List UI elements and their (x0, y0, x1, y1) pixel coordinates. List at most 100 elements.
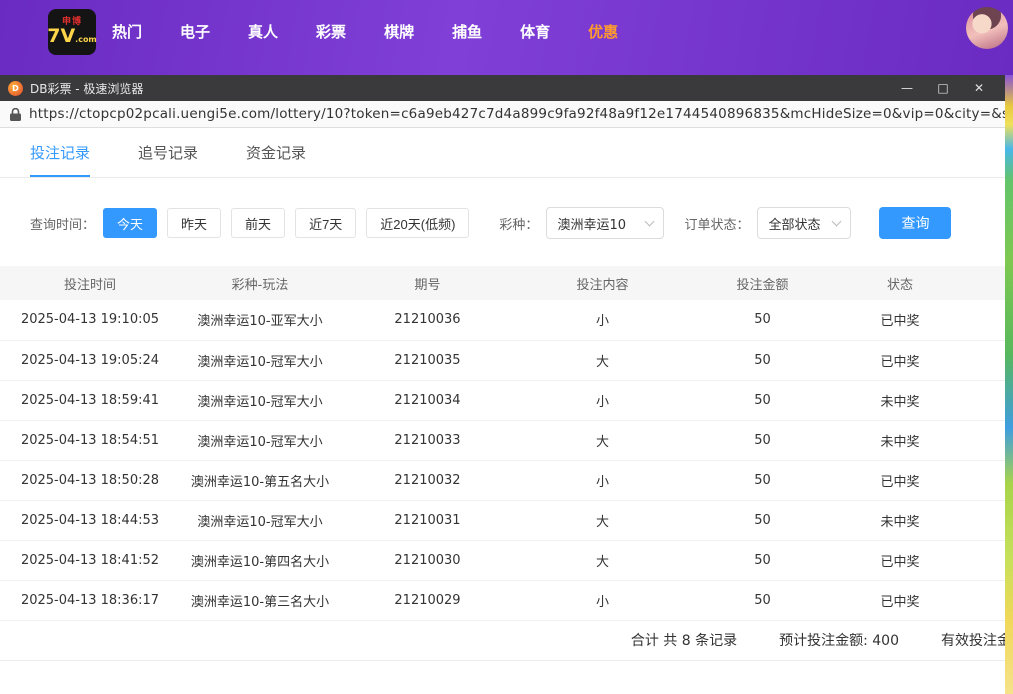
nav-item-1[interactable]: 热门 (112, 21, 142, 42)
game-play-cell: 澳洲幸运10-冠军大小 (180, 380, 340, 420)
bet-amount-cell: 50 (690, 340, 835, 380)
nav-item-5[interactable]: 棋牌 (384, 21, 414, 42)
bet-content-cell: 大 (515, 420, 690, 460)
table-row: 2025-04-13 18:59:41澳洲幸运10-冠军大小21210034小5… (0, 380, 1005, 420)
chevron-down-icon (645, 216, 655, 226)
background-page-strip (1005, 75, 1013, 694)
bet-time-cell: 2025-04-13 18:41:52 (0, 540, 180, 580)
close-button[interactable]: ✕ (961, 75, 997, 101)
time-option-1[interactable]: 今天 (103, 208, 157, 238)
status-filter-label: 订单状态： (684, 214, 749, 233)
issue-cell: 21210031 (340, 500, 515, 540)
tab-2[interactable]: 追号记录 (138, 128, 198, 177)
status-cell: 未中奖 (835, 420, 965, 460)
record-tabs: 投注记录追号记录资金记录 (0, 128, 1005, 178)
time-option-4[interactable]: 近7天 (295, 208, 356, 238)
table-header-cell: 投注时间 (0, 266, 180, 300)
table-header-cell: 彩种-玩法 (180, 266, 340, 300)
status-cell: 未中奖 (835, 380, 965, 420)
nav-item-7[interactable]: 体育 (520, 21, 550, 42)
url-bar[interactable]: https://ctopcp02pcali.uengi5e.com/lotter… (0, 101, 1005, 128)
browser-window: D DB彩票 - 极速浏览器 — □ ✕ https://ctopcp02pca… (0, 75, 1005, 694)
issue-cell: 21210036 (340, 300, 515, 340)
bet-amount-cell: 50 (690, 500, 835, 540)
main-nav: 热门 电子 真人 彩票 棋牌 捕鱼 体育 优惠 (112, 0, 618, 62)
bet-time-cell: 2025-04-13 19:05:24 (0, 340, 180, 380)
logo-domain: .com (75, 35, 97, 44)
issue-cell: 21210032 (340, 460, 515, 500)
chevron-down-icon (832, 216, 842, 226)
logo-name: 7V.com (47, 27, 97, 46)
table-row: 2025-04-13 18:44:53澳洲幸运10-冠军大小21210031大5… (0, 500, 1005, 540)
issue-cell: 21210035 (340, 340, 515, 380)
url-text[interactable]: https://ctopcp02pcali.uengi5e.com/lotter… (29, 106, 1005, 122)
bet-content-cell: 大 (515, 500, 690, 540)
order-status-select[interactable]: 全部状态 (757, 207, 851, 239)
nav-item-8[interactable]: 优惠 (588, 21, 618, 42)
minimize-button[interactable]: — (889, 75, 925, 101)
time-option-2[interactable]: 昨天 (167, 208, 221, 238)
time-filter-options: 今天昨天前天近7天近20天(低频) (103, 208, 479, 238)
status-cell: 未中奖 (835, 500, 965, 540)
tab-3[interactable]: 资金记录 (246, 128, 306, 177)
status-select-value: 全部状态 (768, 214, 820, 233)
bet-time-cell: 2025-04-13 19:10:05 (0, 300, 180, 340)
bet-content-cell: 大 (515, 540, 690, 580)
search-button[interactable]: 查询 (879, 207, 951, 239)
filter-bar: 查询时间： 今天昨天前天近7天近20天(低频) 彩种： 澳洲幸运10 订单状态：… (0, 178, 1005, 266)
game-play-cell: 澳洲幸运10-第四名大小 (180, 540, 340, 580)
table-footer: 合计 共 8 条记录 预计投注金额: 400 有效投注金额 (0, 621, 1005, 661)
time-option-5[interactable]: 近20天(低频) (366, 208, 469, 238)
table-header-cell: 投注金额 (690, 266, 835, 300)
row-filler (965, 420, 1005, 460)
lottery-select-value: 澳洲幸运10 (557, 214, 626, 233)
window-controls: — □ ✕ (889, 75, 997, 101)
status-cell: 已中奖 (835, 460, 965, 500)
nav-item-6[interactable]: 捕鱼 (452, 21, 482, 42)
table-row: 2025-04-13 19:05:24澳洲幸运10-冠军大小21210035大5… (0, 340, 1005, 380)
table-header-cell: 期号 (340, 266, 515, 300)
site-logo[interactable]: 申博 7V.com (48, 9, 96, 55)
row-filler (965, 460, 1005, 500)
time-option-3[interactable]: 前天 (231, 208, 285, 238)
issue-cell: 21210034 (340, 380, 515, 420)
issue-cell: 21210033 (340, 420, 515, 460)
browser-titlebar: D DB彩票 - 极速浏览器 — □ ✕ (0, 75, 1005, 101)
nav-item-2[interactable]: 电子 (180, 21, 210, 42)
bet-amount-cell: 50 (690, 540, 835, 580)
nav-item-3[interactable]: 真人 (248, 21, 278, 42)
user-avatar[interactable] (966, 7, 1008, 49)
lottery-select[interactable]: 澳洲幸运10 (546, 207, 664, 239)
game-play-cell: 澳洲幸运10-亚军大小 (180, 300, 340, 340)
nav-item-4[interactable]: 彩票 (316, 21, 346, 42)
bet-time-cell: 2025-04-13 18:36:17 (0, 580, 180, 620)
issue-cell: 21210030 (340, 540, 515, 580)
table-row: 2025-04-13 18:41:52澳洲幸运10-第四名大小21210030大… (0, 540, 1005, 580)
tab-1[interactable]: 投注记录 (30, 128, 90, 177)
table-row: 2025-04-13 18:54:51澳洲幸运10-冠军大小21210033大5… (0, 420, 1005, 460)
table-row: 2025-04-13 19:10:05澳洲幸运10-亚军大小21210036小5… (0, 300, 1005, 340)
expected-bet-amount: 预计投注金额: 400 (779, 630, 899, 650)
lottery-record-page: 投注记录追号记录资金记录 查询时间： 今天昨天前天近7天近20天(低频) 彩种：… (0, 128, 1005, 694)
bet-amount-cell: 50 (690, 460, 835, 500)
browser-app-icon: D (8, 81, 23, 96)
bet-content-cell: 大 (515, 340, 690, 380)
row-filler (965, 340, 1005, 380)
valid-bet-amount: 有效投注金额 (941, 630, 1005, 650)
bet-amount-cell: 50 (690, 300, 835, 340)
row-filler (965, 580, 1005, 620)
bet-time-cell: 2025-04-13 18:59:41 (0, 380, 180, 420)
status-cell: 已中奖 (835, 300, 965, 340)
time-filter-label: 查询时间： (30, 214, 95, 233)
status-cell: 已中奖 (835, 340, 965, 380)
game-play-cell: 澳洲幸运10-冠军大小 (180, 420, 340, 460)
bet-amount-cell: 50 (690, 580, 835, 620)
row-filler (965, 300, 1005, 340)
table-header-cell: 投注内容 (515, 266, 690, 300)
window-title: DB彩票 - 极速浏览器 (30, 80, 143, 97)
table-header-row: 投注时间彩种-玩法期号投注内容投注金额状态 (0, 266, 1005, 300)
maximize-button[interactable]: □ (925, 75, 961, 101)
bet-time-cell: 2025-04-13 18:44:53 (0, 500, 180, 540)
game-play-cell: 澳洲幸运10-冠军大小 (180, 340, 340, 380)
site-header: 申博 7V.com 热门 电子 真人 彩票 棋牌 捕鱼 体育 优惠 (0, 0, 1013, 75)
